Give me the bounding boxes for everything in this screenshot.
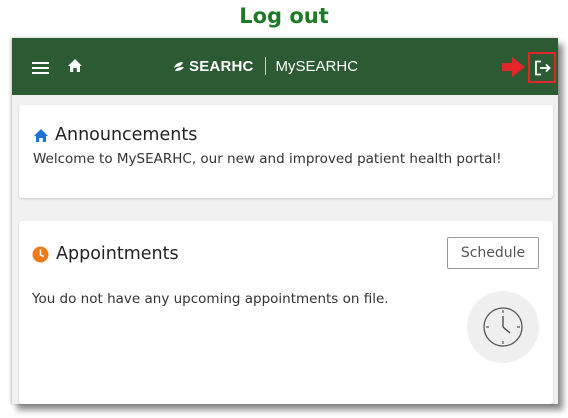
- red-arrow-icon: [502, 57, 525, 77]
- clock-icon: [483, 307, 523, 347]
- appointments-empty-message: You do not have any upcoming appointment…: [32, 291, 389, 307]
- appointments-header: Appointments: [32, 244, 179, 264]
- appointments-card: Appointments Schedule You do not have an…: [19, 221, 553, 404]
- schedule-button[interactable]: Schedule: [447, 237, 539, 269]
- searhc-leaf-icon: [174, 62, 184, 71]
- app-name: MySEARHC: [275, 57, 359, 75]
- home-icon: [34, 128, 48, 142]
- app-window: SEARHC MySEARHC Announcements Welcome to…: [12, 38, 558, 404]
- announcements-card: Announcements Welcome to MySEARHC, our n…: [19, 105, 553, 198]
- logout-icon: [535, 60, 551, 76]
- appointments-title: Appointments: [56, 244, 179, 264]
- announcement-message: Welcome to MySEARHC, our new and improve…: [33, 151, 502, 167]
- hamburger-menu-icon[interactable]: [32, 62, 49, 74]
- logout-button[interactable]: [528, 52, 556, 83]
- brand-logo: SEARHC MySEARHC: [172, 55, 358, 77]
- brand-name: SEARHC: [189, 57, 254, 75]
- announcements-title: Announcements: [55, 125, 198, 145]
- annotation-title: Log out: [239, 4, 329, 28]
- home-icon[interactable]: [67, 58, 83, 78]
- brand-separator: [264, 57, 266, 75]
- announcements-header: Announcements: [33, 125, 197, 145]
- top-navbar: SEARHC MySEARHC: [12, 38, 558, 95]
- clock-icon: [32, 246, 49, 262]
- clock-illustration: [467, 291, 539, 363]
